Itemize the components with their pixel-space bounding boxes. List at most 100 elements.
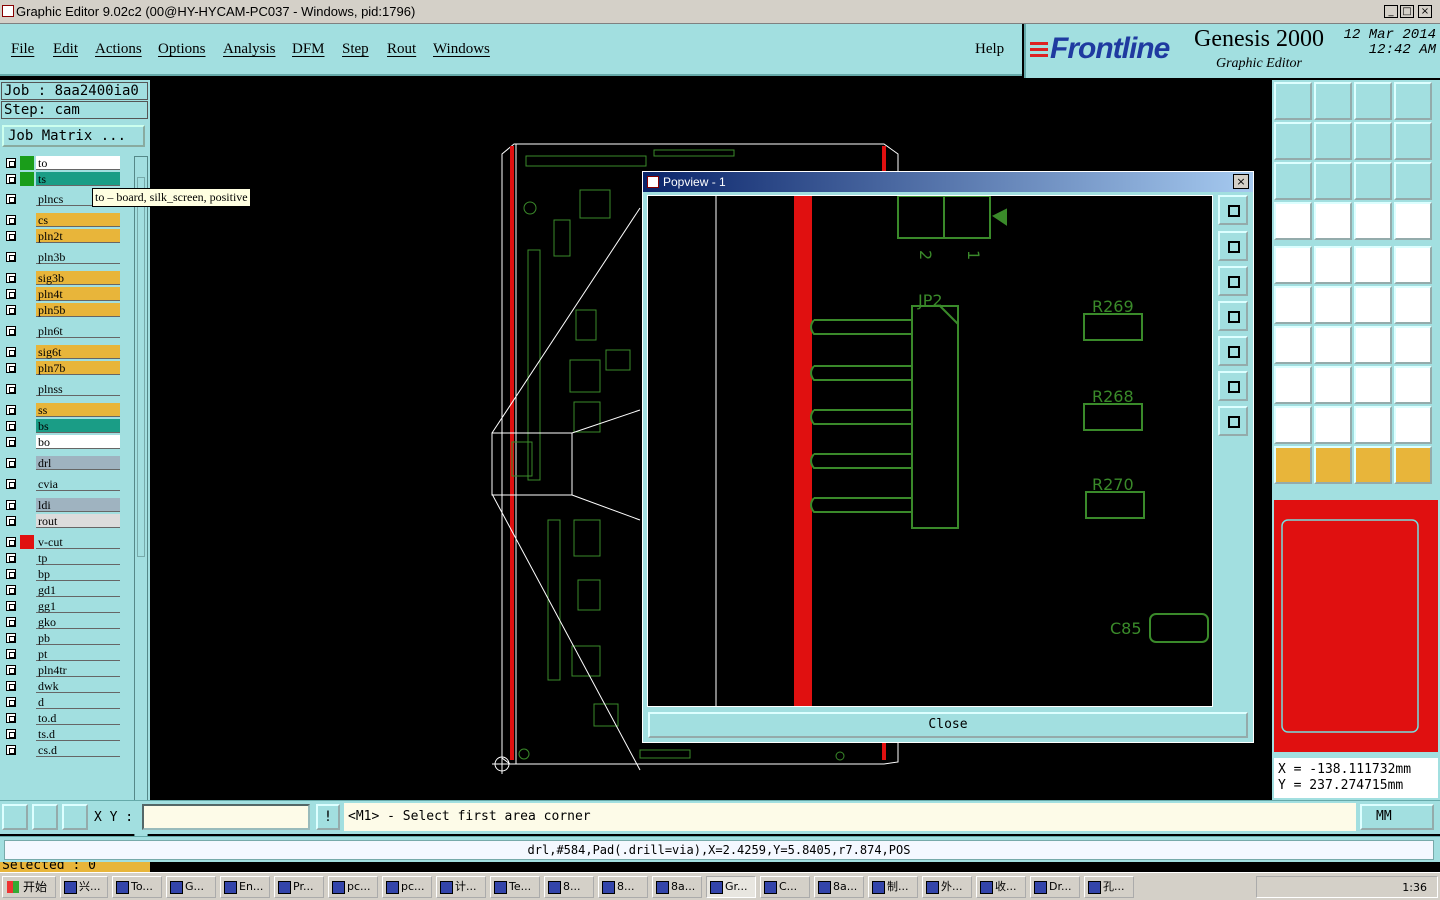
layer-color-swatch[interactable]: [20, 567, 34, 581]
layer-checkbox[interactable]: [6, 537, 16, 547]
popview-pan-left-icon[interactable]: [1218, 301, 1248, 331]
layer-row[interactable]: rout: [2, 514, 122, 528]
layer-checkbox[interactable]: [6, 231, 16, 241]
layer-color-swatch[interactable]: [20, 498, 34, 512]
tri3-icon[interactable]: [1354, 406, 1392, 444]
window-close-button[interactable]: ×: [1418, 5, 1432, 18]
tri-icon[interactable]: [1274, 406, 1312, 444]
layer-checkbox[interactable]: [6, 500, 16, 510]
popview-close-icon[interactable]: ×: [1233, 174, 1249, 189]
xy-input[interactable]: [142, 804, 310, 830]
grid-mode-icon[interactable]: [62, 804, 88, 830]
pan-left-icon[interactable]: [1274, 122, 1312, 160]
layer-row[interactable]: sig6t: [2, 345, 122, 359]
layer-row[interactable]: gg1: [2, 599, 122, 613]
layer-checkbox[interactable]: [6, 405, 16, 415]
fit-icon[interactable]: [1274, 162, 1312, 200]
menu-actions[interactable]: Actions: [95, 41, 142, 58]
shape-icon[interactable]: [1274, 366, 1312, 404]
layer-color-swatch[interactable]: [20, 435, 34, 449]
arrow4-icon[interactable]: [1394, 446, 1432, 484]
layer-row[interactable]: gd1: [2, 583, 122, 597]
layer-checkbox[interactable]: [6, 158, 16, 168]
dot-icon[interactable]: [1394, 246, 1432, 284]
layer-color-swatch[interactable]: [20, 743, 34, 757]
layer-color-swatch[interactable]: [20, 551, 34, 565]
taskbar-task[interactable]: 8...: [544, 876, 594, 898]
taskbar-task[interactable]: G...: [166, 876, 216, 898]
link2-icon[interactable]: [1394, 286, 1432, 324]
layer-color-swatch[interactable]: [20, 271, 34, 285]
layer-color-swatch[interactable]: [20, 156, 34, 170]
layer-checkbox[interactable]: [6, 729, 16, 739]
grid-icon[interactable]: [1314, 202, 1352, 240]
layer-color-swatch[interactable]: [20, 287, 34, 301]
layer-color-swatch[interactable]: [20, 419, 34, 433]
layer-row[interactable]: pln2t: [2, 229, 122, 243]
tri2-icon[interactable]: [1314, 406, 1352, 444]
layer-checkbox[interactable]: [6, 174, 16, 184]
net2-icon[interactable]: [1394, 202, 1432, 240]
layer-row[interactable]: to.d: [2, 711, 122, 725]
popview-zoom-in-icon[interactable]: [1218, 371, 1248, 401]
layer-row[interactable]: pln5b: [2, 303, 122, 317]
menu-file[interactable]: File: [11, 41, 34, 58]
taskbar-task[interactable]: Gr...: [706, 876, 756, 898]
layer-color-swatch[interactable]: [20, 192, 34, 206]
start-button[interactable]: 开始: [2, 876, 56, 898]
layer-color-swatch[interactable]: [20, 303, 34, 317]
layer-row[interactable]: drl: [2, 456, 122, 470]
maximize-button[interactable]: □: [1400, 5, 1414, 18]
taskbar-task[interactable]: 兴...: [60, 876, 108, 898]
help-icon[interactable]: [1394, 162, 1432, 200]
net-icon[interactable]: [1354, 202, 1392, 240]
cross-icon[interactable]: [1314, 286, 1352, 324]
layer-checkbox[interactable]: [6, 326, 16, 336]
layer-color-swatch[interactable]: [20, 361, 34, 375]
node-icon[interactable]: [1274, 286, 1312, 324]
layer-row[interactable]: pb: [2, 631, 122, 645]
taskbar-task[interactable]: 8a...: [652, 876, 702, 898]
menu-help[interactable]: Help: [975, 41, 1004, 58]
layer-row[interactable]: ss: [2, 403, 122, 417]
layer-checkbox[interactable]: [6, 697, 16, 707]
popview-pan-up-icon[interactable]: [1218, 231, 1248, 261]
pad-icon[interactable]: [1274, 246, 1312, 284]
layer-row[interactable]: cs: [2, 213, 122, 227]
layer-row[interactable]: ldi: [2, 498, 122, 512]
layer-row[interactable]: pln3b: [2, 250, 122, 264]
pan-right-icon[interactable]: [1314, 122, 1352, 160]
layer-row[interactable]: v-cut: [2, 535, 122, 549]
layer-checkbox[interactable]: [6, 649, 16, 659]
minus-icon[interactable]: [1314, 366, 1352, 404]
layer-checkbox[interactable]: [6, 273, 16, 283]
zoom-home-icon[interactable]: [1274, 82, 1312, 120]
layer-row[interactable]: tp: [2, 551, 122, 565]
layer-checkbox[interactable]: [6, 585, 16, 595]
layer-checkbox[interactable]: [6, 289, 16, 299]
layer-row[interactable]: cs.d: [2, 743, 122, 757]
arc-icon[interactable]: [1354, 326, 1392, 364]
layer-row[interactable]: pt: [2, 647, 122, 661]
xy-icon[interactable]: [1394, 82, 1432, 120]
layer-checkbox[interactable]: [6, 384, 16, 394]
menu-options[interactable]: Options: [158, 41, 206, 58]
layer-checkbox[interactable]: [6, 458, 16, 468]
layer-checkbox[interactable]: [6, 194, 16, 204]
taskbar-task[interactable]: Te...: [490, 876, 540, 898]
layer-row[interactable]: sig3b: [2, 271, 122, 285]
layer-checkbox[interactable]: [6, 347, 16, 357]
taskbar-task[interactable]: Dr...: [1030, 876, 1080, 898]
box-icon[interactable]: [1354, 366, 1392, 404]
line2-icon[interactable]: [1314, 326, 1352, 364]
layer-row[interactable]: bs: [2, 419, 122, 433]
layer-color-swatch[interactable]: [20, 403, 34, 417]
layer-row[interactable]: gko: [2, 615, 122, 629]
layer-color-swatch[interactable]: [20, 615, 34, 629]
layer-color-swatch[interactable]: [20, 250, 34, 264]
taskbar-task[interactable]: pc...: [328, 876, 378, 898]
layer-checkbox[interactable]: [6, 745, 16, 755]
popview-pan-down-icon[interactable]: [1218, 266, 1248, 296]
layer-checkbox[interactable]: [6, 437, 16, 447]
layer-color-swatch[interactable]: [20, 172, 34, 186]
